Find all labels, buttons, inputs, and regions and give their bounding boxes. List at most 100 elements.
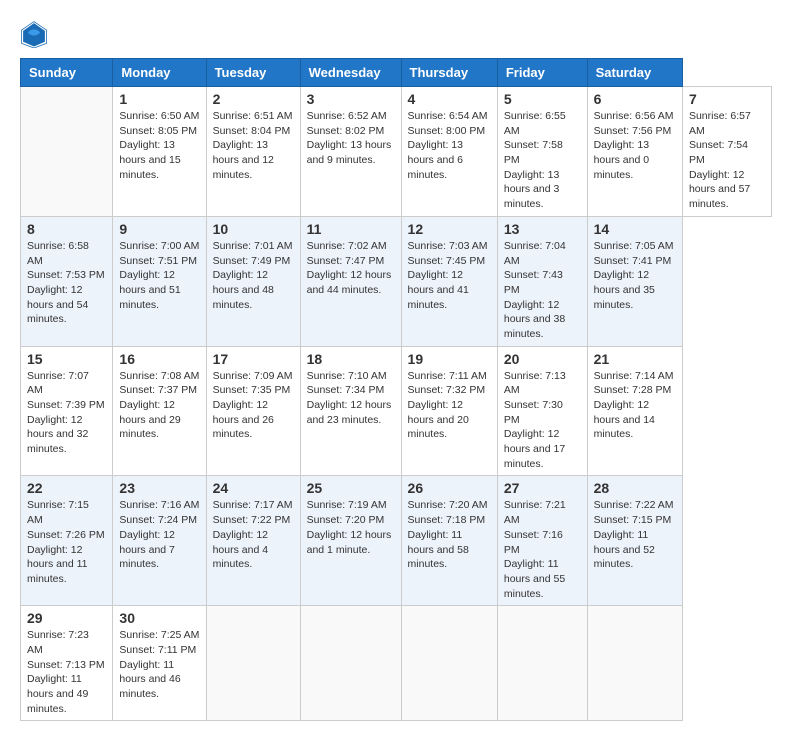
day-info: Sunrise: 7:22 AM Sunset: 7:15 PM Dayligh… (594, 498, 676, 571)
day-number: 19 (408, 351, 491, 367)
sunset: Sunset: 7:16 PM (504, 529, 563, 556)
sunrise: Sunrise: 6:57 AM (689, 110, 751, 137)
sunrise: Sunrise: 6:55 AM (504, 110, 566, 137)
day-info: Sunrise: 7:08 AM Sunset: 7:37 PM Dayligh… (119, 369, 199, 442)
sunrise: Sunrise: 7:10 AM (307, 370, 387, 382)
calendar-day-cell: 25 Sunrise: 7:19 AM Sunset: 7:20 PM Dayl… (300, 476, 401, 606)
day-number: 11 (307, 221, 395, 237)
sunset: Sunset: 7:51 PM (119, 255, 197, 267)
daylight: Daylight: 13 hours and 9 minutes. (307, 139, 392, 166)
sunset: Sunset: 7:45 PM (408, 255, 486, 267)
calendar-day-cell: 9 Sunrise: 7:00 AM Sunset: 7:51 PM Dayli… (113, 216, 206, 346)
calendar-day-cell: 13 Sunrise: 7:04 AM Sunset: 7:43 PM Dayl… (497, 216, 587, 346)
calendar-day-cell: 3 Sunrise: 6:52 AM Sunset: 8:02 PM Dayli… (300, 87, 401, 217)
day-info: Sunrise: 7:07 AM Sunset: 7:39 PM Dayligh… (27, 369, 106, 457)
daylight: Daylight: 11 hours and 58 minutes. (408, 529, 469, 570)
sunset: Sunset: 8:04 PM (213, 125, 291, 137)
day-info: Sunrise: 7:19 AM Sunset: 7:20 PM Dayligh… (307, 498, 395, 557)
calendar-day-cell: 19 Sunrise: 7:11 AM Sunset: 7:32 PM Dayl… (401, 346, 497, 476)
calendar-day-cell (497, 606, 587, 721)
day-number: 22 (27, 480, 106, 496)
day-number: 14 (594, 221, 676, 237)
sunrise: Sunrise: 7:16 AM (119, 499, 199, 511)
day-number: 20 (504, 351, 581, 367)
day-info: Sunrise: 7:01 AM Sunset: 7:49 PM Dayligh… (213, 239, 294, 312)
sunrise: Sunrise: 7:17 AM (213, 499, 293, 511)
day-number: 3 (307, 91, 395, 107)
calendar-header-row: SundayMondayTuesdayWednesdayThursdayFrid… (21, 59, 772, 87)
day-number: 12 (408, 221, 491, 237)
day-number: 30 (119, 610, 199, 626)
day-number: 25 (307, 480, 395, 496)
calendar-week-row: 29 Sunrise: 7:23 AM Sunset: 7:13 PM Dayl… (21, 606, 772, 721)
day-number: 6 (594, 91, 676, 107)
sunrise: Sunrise: 6:58 AM (27, 240, 89, 267)
sunset: Sunset: 7:28 PM (594, 384, 672, 396)
day-number: 18 (307, 351, 395, 367)
day-number: 17 (213, 351, 294, 367)
day-of-week-header: Sunday (21, 59, 113, 87)
calendar-day-cell: 28 Sunrise: 7:22 AM Sunset: 7:15 PM Dayl… (587, 476, 682, 606)
calendar-day-cell: 17 Sunrise: 7:09 AM Sunset: 7:35 PM Dayl… (206, 346, 300, 476)
daylight: Daylight: 12 hours and 4 minutes. (213, 529, 268, 570)
page-header (20, 20, 772, 48)
day-number: 1 (119, 91, 199, 107)
calendar-day-cell: 4 Sunrise: 6:54 AM Sunset: 8:00 PM Dayli… (401, 87, 497, 217)
sunset: Sunset: 7:41 PM (594, 255, 672, 267)
day-info: Sunrise: 7:04 AM Sunset: 7:43 PM Dayligh… (504, 239, 581, 342)
day-info: Sunrise: 6:56 AM Sunset: 7:56 PM Dayligh… (594, 109, 676, 182)
day-info: Sunrise: 7:15 AM Sunset: 7:26 PM Dayligh… (27, 498, 106, 586)
calendar-day-cell: 23 Sunrise: 7:16 AM Sunset: 7:24 PM Dayl… (113, 476, 206, 606)
day-info: Sunrise: 7:00 AM Sunset: 7:51 PM Dayligh… (119, 239, 199, 312)
daylight: Daylight: 12 hours and 57 minutes. (689, 169, 750, 210)
day-number: 26 (408, 480, 491, 496)
day-number: 2 (213, 91, 294, 107)
day-number: 23 (119, 480, 199, 496)
daylight: Daylight: 12 hours and 41 minutes. (408, 269, 469, 310)
day-info: Sunrise: 6:58 AM Sunset: 7:53 PM Dayligh… (27, 239, 106, 327)
sunset: Sunset: 7:54 PM (689, 139, 748, 166)
day-number: 7 (689, 91, 765, 107)
sunset: Sunset: 7:49 PM (213, 255, 291, 267)
calendar-day-cell (300, 606, 401, 721)
sunset: Sunset: 7:56 PM (594, 125, 672, 137)
calendar-day-cell: 18 Sunrise: 7:10 AM Sunset: 7:34 PM Dayl… (300, 346, 401, 476)
calendar-day-cell: 8 Sunrise: 6:58 AM Sunset: 7:53 PM Dayli… (21, 216, 113, 346)
daylight: Daylight: 12 hours and 7 minutes. (119, 529, 174, 570)
day-number: 10 (213, 221, 294, 237)
sunrise: Sunrise: 7:23 AM (27, 629, 89, 656)
logo (20, 20, 52, 48)
calendar-day-cell: 21 Sunrise: 7:14 AM Sunset: 7:28 PM Dayl… (587, 346, 682, 476)
sunrise: Sunrise: 7:22 AM (594, 499, 674, 511)
sunset: Sunset: 7:24 PM (119, 514, 197, 526)
day-number: 21 (594, 351, 676, 367)
calendar-week-row: 8 Sunrise: 6:58 AM Sunset: 7:53 PM Dayli… (21, 216, 772, 346)
day-info: Sunrise: 7:10 AM Sunset: 7:34 PM Dayligh… (307, 369, 395, 428)
sunset: Sunset: 7:32 PM (408, 384, 486, 396)
calendar-day-cell: 30 Sunrise: 7:25 AM Sunset: 7:11 PM Dayl… (113, 606, 206, 721)
daylight: Daylight: 12 hours and 35 minutes. (594, 269, 655, 310)
daylight: Daylight: 12 hours and 48 minutes. (213, 269, 274, 310)
calendar-day-cell (587, 606, 682, 721)
daylight: Daylight: 12 hours and 11 minutes. (27, 544, 88, 585)
day-number: 5 (504, 91, 581, 107)
day-info: Sunrise: 7:17 AM Sunset: 7:22 PM Dayligh… (213, 498, 294, 571)
day-info: Sunrise: 7:09 AM Sunset: 7:35 PM Dayligh… (213, 369, 294, 442)
day-of-week-header: Saturday (587, 59, 682, 87)
sunset: Sunset: 7:15 PM (594, 514, 672, 526)
sunset: Sunset: 7:58 PM (504, 139, 563, 166)
sunset: Sunset: 7:11 PM (119, 644, 196, 656)
sunrise: Sunrise: 6:50 AM (119, 110, 199, 122)
sunrise: Sunrise: 7:13 AM (504, 370, 566, 397)
day-info: Sunrise: 7:14 AM Sunset: 7:28 PM Dayligh… (594, 369, 676, 442)
sunrise: Sunrise: 7:19 AM (307, 499, 387, 511)
daylight: Daylight: 12 hours and 29 minutes. (119, 399, 180, 440)
calendar-day-cell: 26 Sunrise: 7:20 AM Sunset: 7:18 PM Dayl… (401, 476, 497, 606)
sunrise: Sunrise: 6:52 AM (307, 110, 387, 122)
daylight: Daylight: 12 hours and 26 minutes. (213, 399, 274, 440)
day-info: Sunrise: 7:21 AM Sunset: 7:16 PM Dayligh… (504, 498, 581, 601)
daylight: Daylight: 13 hours and 6 minutes. (408, 139, 463, 180)
daylight: Daylight: 12 hours and 14 minutes. (594, 399, 655, 440)
sunrise: Sunrise: 7:02 AM (307, 240, 387, 252)
daylight: Daylight: 11 hours and 52 minutes. (594, 529, 655, 570)
